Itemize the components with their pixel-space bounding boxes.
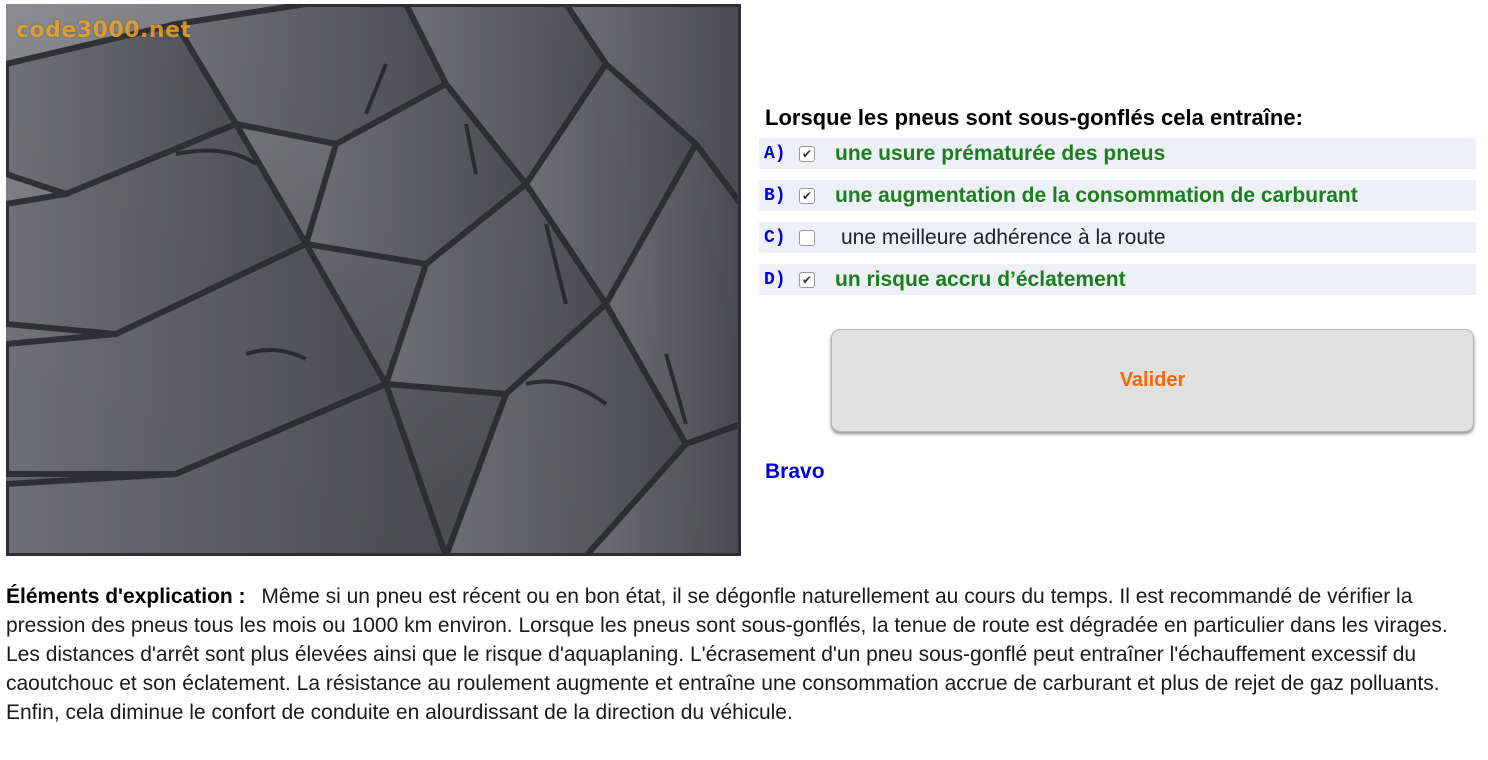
explanation-block: Éléments d'explication : Même si un pneu… [6,582,1476,727]
answer-row-c[interactable]: C) une meilleure adhérence à la route [759,222,1476,253]
checkbox-checked[interactable]: ✔ [799,145,815,162]
validate-button[interactable]: Valider [831,329,1474,432]
answer-text: une usure prématurée des pneus [835,141,1166,165]
answer-row-d[interactable]: D) ✔ un risque accru d’éclatement [759,264,1476,295]
answer-row-a[interactable]: A) ✔ une usure prématurée des pneus [759,138,1476,169]
site-watermark: code3000.net [16,18,192,43]
feedback-message: Bravo [765,460,825,483]
answer-letter: C) [764,227,786,248]
quiz-page: code3000.net Lorsque les pneus sont sous… [0,0,1488,760]
question-text: Lorsque les pneus sont sous-gonflés cela… [765,105,1303,130]
tire-tread-photo: code3000.net [6,4,741,556]
answer-text: un risque accru d’éclatement [835,267,1126,291]
answer-letter: B) [764,185,786,206]
answer-text: une meilleure adhérence à la route [841,225,1166,249]
answer-letter: A) [764,143,786,164]
checkbox-unchecked[interactable] [799,229,815,246]
checkbox-checked[interactable]: ✔ [799,271,815,288]
answer-list: A) ✔ une usure prématurée des pneus B) ✔… [759,138,1476,306]
checkbox-checked[interactable]: ✔ [799,187,815,204]
answer-row-b[interactable]: B) ✔ une augmentation de la consommation… [759,180,1476,211]
explanation-label: Éléments d'explication : [6,585,246,608]
answer-text: une augmentation de la consommation de c… [835,183,1358,207]
answer-letter: D) [764,269,786,290]
tire-tread-illustration [6,4,741,556]
